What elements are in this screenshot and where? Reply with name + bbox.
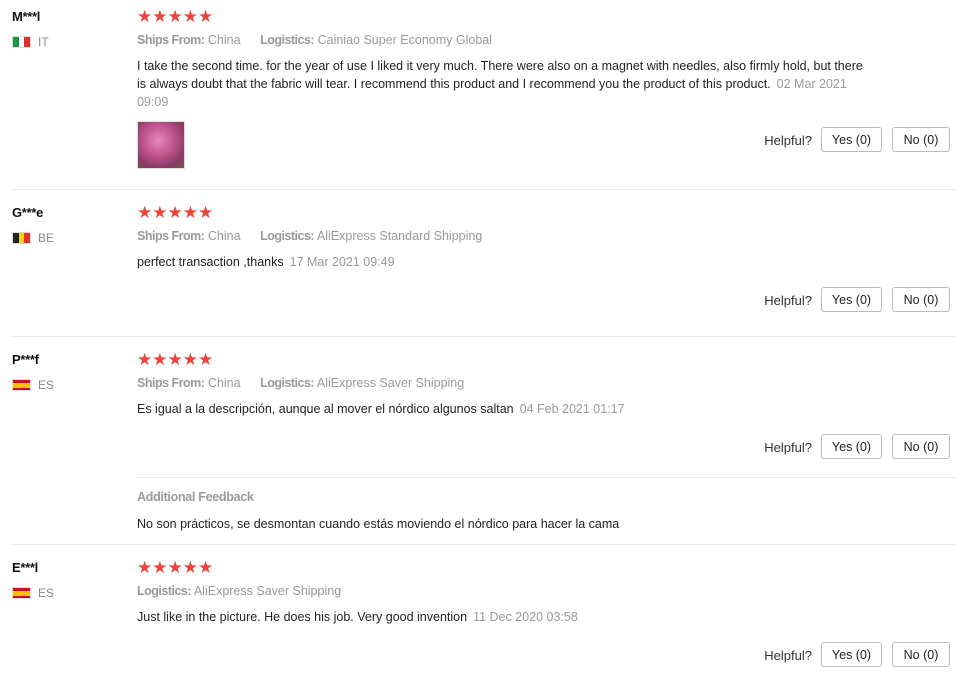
- reviewer-name: G***e: [12, 205, 44, 220]
- star-icon: ★★★★★: [137, 7, 214, 26]
- review-divider: [12, 336, 955, 337]
- star-rating: ★★★★★: [137, 204, 213, 221]
- shipping-info: Ships From: China Logistics: AliExpress …: [137, 376, 464, 390]
- review-body: Just like in the picture. He does his jo…: [137, 610, 468, 624]
- reviewer-country: IT: [12, 35, 49, 49]
- additional-feedback-title: Additional Feedback: [137, 490, 254, 504]
- reviewer-name: M***l: [12, 9, 41, 24]
- ships-from-label: Ships From:: [137, 33, 205, 47]
- country-code: ES: [38, 586, 55, 600]
- helpful-label: Helpful?: [764, 440, 812, 455]
- logistics-label: Logistics:: [260, 33, 315, 47]
- ships-from-value: China: [207, 33, 241, 47]
- review-divider: [12, 544, 955, 545]
- review-text: perfect transaction ,thanks 17 Mar 2021 0…: [137, 253, 867, 271]
- star-icon: ★★★★★: [137, 350, 214, 369]
- star-rating: ★★★★★: [137, 559, 213, 576]
- country-code: BE: [38, 231, 55, 245]
- review-date: 04 Feb 2021 01:17: [519, 402, 625, 416]
- spain-flag-icon: [12, 379, 31, 391]
- review-text: Just like in the picture. He does his jo…: [137, 608, 867, 626]
- review-photo-thumbnail[interactable]: [137, 121, 185, 169]
- helpful-no-button[interactable]: No (0): [892, 127, 950, 152]
- star-rating: ★★★★★: [137, 351, 213, 368]
- helpful-no-button[interactable]: No (0): [892, 287, 950, 312]
- reviewer-country: ES: [12, 378, 54, 392]
- spain-flag-icon: [12, 587, 31, 599]
- helpful-label: Helpful?: [764, 648, 812, 663]
- ships-from-label: Ships From:: [137, 229, 205, 243]
- logistics-label: Logistics:: [137, 584, 192, 598]
- italy-flag-icon: [12, 36, 31, 48]
- ships-from-value: China: [207, 229, 241, 243]
- reviewer-name: P***f: [12, 352, 39, 367]
- country-code: IT: [38, 35, 49, 49]
- logistics-value: AliExpress Standard Shipping: [316, 229, 483, 243]
- shipping-info: Ships From: China Logistics: Cainiao Sup…: [137, 33, 492, 47]
- logistics-value: Cainiao Super Economy Global: [317, 33, 492, 47]
- additional-feedback-divider: [137, 477, 955, 478]
- shipping-info: Ships From: China Logistics: AliExpress …: [137, 229, 482, 243]
- review-text: I take the second time. for the year of …: [137, 57, 867, 111]
- ships-from-value: China: [207, 376, 241, 390]
- logistics-label: Logistics:: [260, 376, 315, 390]
- helpful-label: Helpful?: [764, 133, 812, 148]
- logistics-value: AliExpress Saver Shipping: [193, 584, 342, 598]
- helpful-no-button[interactable]: No (0): [892, 434, 950, 459]
- review-divider: [12, 189, 955, 190]
- shipping-info: Logistics: AliExpress Saver Shipping: [137, 584, 341, 598]
- logistics-value: AliExpress Saver Shipping: [316, 376, 465, 390]
- helpful-no-button[interactable]: No (0): [892, 642, 950, 667]
- review-body: Es igual a la descripción, aunque al mov…: [137, 402, 514, 416]
- star-icon: ★★★★★: [137, 203, 214, 222]
- helpful-yes-button[interactable]: Yes (0): [821, 434, 882, 459]
- country-code: ES: [38, 378, 55, 392]
- reviewer-country: BE: [12, 231, 54, 245]
- helpful-yes-button[interactable]: Yes (0): [821, 642, 882, 667]
- review-date: 11 Dec 2020 03:58: [473, 610, 578, 624]
- helpful-label: Helpful?: [764, 293, 812, 308]
- ships-from-label: Ships From:: [137, 376, 205, 390]
- review-date: 17 Mar 2021 09:49: [289, 255, 395, 269]
- star-icon: ★★★★★: [137, 558, 214, 577]
- helpful-yes-button[interactable]: Yes (0): [821, 127, 882, 152]
- review-text: Es igual a la descripción, aunque al mov…: [137, 400, 867, 418]
- review-body: perfect transaction ,thanks: [137, 255, 284, 269]
- helpful-yes-button[interactable]: Yes (0): [821, 287, 882, 312]
- belgium-flag-icon: [12, 232, 31, 244]
- reviewer-name: E***l: [12, 560, 38, 575]
- logistics-label: Logistics:: [260, 229, 315, 243]
- additional-feedback-text: No son prácticos, se desmontan cuando es…: [137, 517, 620, 531]
- reviewer-country: ES: [12, 586, 54, 600]
- star-rating: ★★★★★: [137, 8, 213, 25]
- review-body: I take the second time. for the year of …: [137, 59, 863, 91]
